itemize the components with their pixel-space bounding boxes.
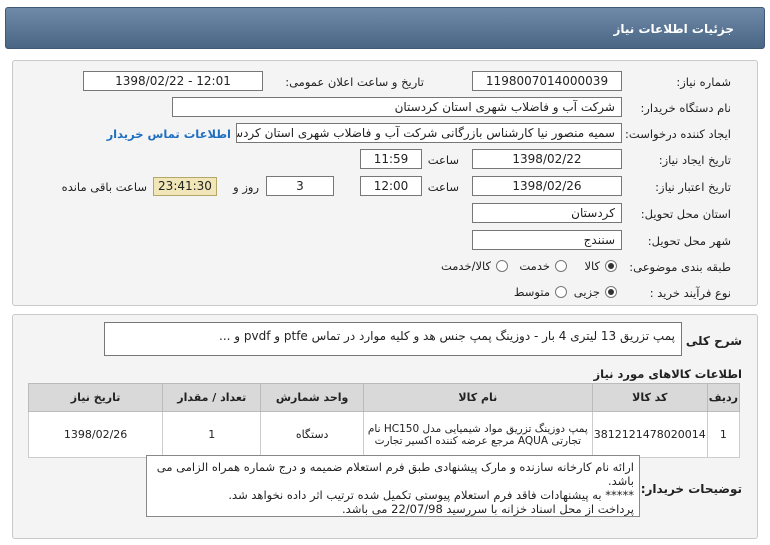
need-number-label: شماره نیاز: xyxy=(676,75,731,89)
description-field: پمپ تزریق 13 لیتری 4 بار - دوزینگ پمپ جن… xyxy=(104,322,682,356)
col-unit: واحد شمارش xyxy=(260,383,364,412)
cell-date: 1398/02/26 xyxy=(27,411,164,458)
col-row: ردیف xyxy=(706,383,741,412)
created-date-field: 1398/02/22 xyxy=(472,149,622,169)
cell-name: پمپ دوزینگ تزریق مواد شیمیایی مدل HC150 … xyxy=(362,411,593,458)
validity-date-field: 1398/02/26 xyxy=(472,176,622,196)
validity-time-field: 12:00 xyxy=(360,176,422,196)
buyer-note-line: ارائه نام کارخانه سازنده و مارک پیشنهادی… xyxy=(156,460,634,488)
category-label: طبقه بندی موضوعی: xyxy=(629,260,731,274)
cell-unit: دستگاه xyxy=(260,411,364,458)
cell-qty: 1 xyxy=(162,411,262,458)
col-name: نام کالا xyxy=(362,383,593,412)
requester-label: ایجاد کننده درخواست: xyxy=(625,127,731,141)
process-option-minor: جزیی xyxy=(573,285,600,299)
city-label: شهر محل تحویل: xyxy=(647,234,731,248)
need-info-panel: ParsNamadData شماره نیاز: 11980070140000… xyxy=(12,60,758,392)
buyer-note-line: پرداخت از محل اسناد خزانه با سررسید 22/0… xyxy=(342,502,634,516)
page-title: جزئیات اطلاعات نیاز xyxy=(613,22,734,36)
buyer-org-field: شرکت آب و فاضلاب شهری استان کردستان xyxy=(172,97,622,117)
process-option-medium: متوسط xyxy=(513,285,550,299)
buyer-contact-link[interactable]: اطلاعات تماس خریدار xyxy=(107,127,231,141)
category-radio-goods[interactable] xyxy=(605,260,617,272)
created-date-label: تاریخ ایجاد نیاز: xyxy=(658,153,731,167)
category-option-service: خدمت xyxy=(519,259,550,273)
category-radio-service[interactable] xyxy=(555,260,567,272)
created-time-label: ساعت xyxy=(427,153,459,167)
cell-row: 1 xyxy=(706,411,741,458)
need-number-field: 1198007014000039 xyxy=(472,71,622,91)
announce-field: 1398/02/22 - 12:01 xyxy=(83,71,263,91)
remaining-label: ساعت باقی مانده xyxy=(61,180,147,194)
remaining-time-field: 23:41:30 xyxy=(153,177,217,196)
city-field: سنندج xyxy=(472,230,622,250)
announce-label: تاریخ و ساعت اعلان عمومی: xyxy=(285,75,424,89)
province-label: استان محل تحویل: xyxy=(640,207,731,221)
cell-code: 3812121478020014 xyxy=(591,411,708,458)
process-label: نوع فرآیند خرید : xyxy=(649,286,731,300)
items-section-title: اطلاعات کالاهای مورد نیاز xyxy=(593,367,742,381)
category-option-goods-service: کالا/خدمت xyxy=(440,259,491,273)
items-table: ردیف کد کالا نام کالا واحد شمارش تعداد /… xyxy=(27,383,741,458)
buyer-note-line: ***** به پیشنهادات فاقد فرم استعلام پیوس… xyxy=(228,488,634,502)
category-radio-goods-service[interactable] xyxy=(496,260,508,272)
days-label: روز و xyxy=(233,180,259,194)
buyer-notes-field: ارائه نام کارخانه سازنده و مارک پیشنهادی… xyxy=(146,455,640,517)
col-code: کد کالا xyxy=(591,383,708,412)
province-field: کردستان xyxy=(472,203,622,223)
col-qty: تعداد / مقدار xyxy=(162,383,262,412)
buyer-org-label: نام دستگاه خریدار: xyxy=(640,101,731,115)
created-time-field: 11:59 xyxy=(360,149,422,169)
process-radio-minor[interactable] xyxy=(605,286,617,298)
items-table-header: ردیف کد کالا نام کالا واحد شمارش تعداد /… xyxy=(27,383,741,412)
days-field: 3 xyxy=(266,176,334,196)
category-option-goods: کالا xyxy=(584,259,600,273)
buyer-notes-label: توضیحات خریدار: xyxy=(640,482,742,496)
validity-date-label: تاریخ اعتبار نیاز: xyxy=(655,180,731,194)
col-date: تاریخ نیاز xyxy=(27,383,164,412)
requester-field: سمیه منصور نیا کارشناس بازرگانی شرکت آب … xyxy=(236,123,622,143)
validity-time-label: ساعت xyxy=(427,180,459,194)
process-radio-medium[interactable] xyxy=(555,286,567,298)
page-title-bar: جزئیات اطلاعات نیاز xyxy=(5,7,765,49)
table-row: 1 3812121478020014 پمپ دوزینگ تزریق مواد… xyxy=(27,411,741,458)
